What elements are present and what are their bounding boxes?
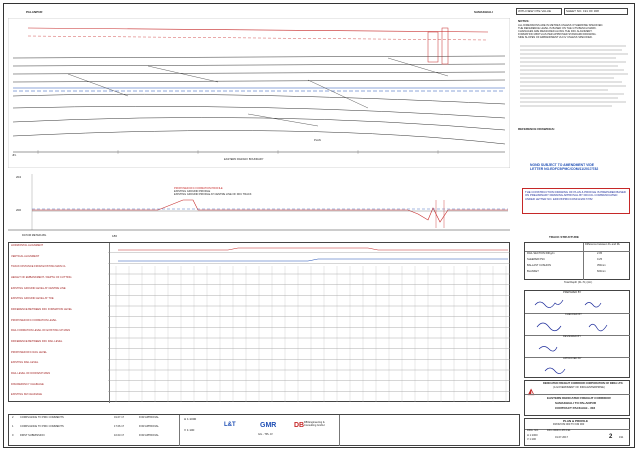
plan-tag: PLAN <box>314 139 321 142</box>
title-block: PLAN & PROFILE FROM KM 000 TO KM 000 DRG… <box>524 418 630 446</box>
revision-table <box>8 414 520 446</box>
designer-name: DB Engineering & Consulting GmbH <box>304 421 325 427</box>
track-row-value: 600mm <box>597 270 606 273</box>
sheet-value: 191 <box>619 436 624 439</box>
elevation-200: 200 <box>16 208 22 212</box>
data-row-label: EXISTING RAIL LEVEL <box>11 361 39 365</box>
data-row-label: PROPOSED DFC RAIL LEVEL <box>11 350 47 354</box>
designer-logo-icon: DB <box>294 422 305 429</box>
project-contract: CONTRACT PACKAGE - 302 <box>555 406 596 410</box>
track-row-value: 2.05 <box>597 252 603 255</box>
track-header-diff: Difference between FL and RL <box>585 243 621 246</box>
approval-stamp-line2: LETTER NO.EDFC5/PMC/COM/11/2017/782 <box>530 166 599 171</box>
track-total-label: Total Depth (FL-TL) (Ht.) <box>564 281 593 284</box>
data-row-label: DISCREPANCY CHAINAGE <box>11 382 44 386</box>
track-structure-table: Difference between FL and RL RAIL SECTIO… <box>524 242 630 280</box>
boundary-label: EASTERN RAILWAY BOUNDARY <box>224 158 264 161</box>
drawing-number: DFC-WDFC-PP-191 <box>547 429 571 432</box>
data-row-label: HORIZONTAL ALIGNMENT <box>11 244 44 247</box>
data-row-label: EXISTING GROUND LEVEL AT TOE <box>11 297 54 301</box>
data-row-label: EXISTING KM CHAINAGE <box>11 393 42 397</box>
data-table-grid <box>108 247 510 402</box>
consultant-logo: GMR <box>260 422 277 429</box>
client-block: ◭ DEDICATED FREIGHT CORRIDOR CORPORATION… <box>524 380 630 416</box>
data-row-label: RAIL FORMATION LEVEL OF EXISTING UP MAIN <box>11 329 71 333</box>
drawing-sheet: PALANPUR SAMAKHIALI WITH NEW OTE VALUE S… <box>3 3 635 448</box>
revision-status: FOR APPROVAL <box>139 434 159 437</box>
approval-stamp: NOND SUBJECT TO AMENDMENT VIDE LETTER NO… <box>530 163 630 172</box>
reference-drawings-title: REFERENCE DRAWINGS: <box>518 127 555 131</box>
client-sub: (A GOVERNMENT OF INDIA ENTERPRISE) <box>553 386 605 389</box>
data-row-label: DIFFERENCE BETWEEN DFC RAIL LEVEL <box>11 340 63 343</box>
scale-h-strip: H 1:1000 <box>184 417 197 421</box>
legend-existing-centre: EXISTING GROUND PROFILE AT CENTRE LINE O… <box>174 192 252 196</box>
data-row-label: EXISTING GROUND LEVEL AT CENTRE LINE <box>11 286 66 290</box>
track-row-value: 350mm <box>597 264 606 267</box>
drawing-location: FROM KM 000 TO KM 000 <box>553 423 585 426</box>
track-structure-title: TRACK STRUCTURE <box>549 235 579 239</box>
data-row-label: DIFFERENCE BETWEEN DFC FORMATION LEVEL <box>11 308 73 311</box>
revision-note-stamp: THE CONSTRUCTION DRAWING OF PLAN & PROFI… <box>522 188 630 214</box>
scale-v-strip: V 1:100 <box>184 428 195 432</box>
revision-date: 10.03.17 <box>114 434 125 437</box>
revision-no: 0 <box>12 434 14 437</box>
track-row-label: RAIL SECTION 60Kg/m <box>527 252 555 255</box>
revision-note-text: THE CONSTRUCTION DRAWING OF PLAN & PROFI… <box>525 190 626 201</box>
data-row-label: VERTICAL ALIGNMENT <box>11 254 40 258</box>
data-row-label: PROPOSED DFC FORMATION LEVEL <box>11 318 57 322</box>
drawing-number-label: DRG. NO. <box>527 429 539 432</box>
jv-logo: L&T <box>224 422 236 428</box>
track-row-value: 0.25 <box>597 258 603 261</box>
revision-status: FOR APPROVAL <box>139 416 159 419</box>
elevation-204: 204 <box>16 175 22 179</box>
project-package: SAMAKHIALI TO PALANPUR <box>555 401 597 405</box>
notes-list: ALL DIMENSIONS ARE IN METRES UNLESS OTHE… <box>518 24 630 40</box>
notes-title: NOTES: <box>518 19 530 23</box>
scale-v: V 1:100 <box>527 438 536 441</box>
plan-drawing <box>8 18 510 168</box>
junction-label: JN. <box>12 153 17 157</box>
notes-text-lines <box>520 45 628 107</box>
revision-no: 1 <box>12 425 14 428</box>
track-row-label: BLANKET <box>527 270 539 273</box>
revision-desc: FIRST SUBMISSION <box>20 434 45 437</box>
elevation-186: 186 <box>112 234 118 238</box>
contractor-label: GIL - TPL JV <box>258 433 273 436</box>
revision-status: FOR APPROVAL <box>139 425 159 428</box>
profile-legend: PROPOSED DFC FORMATION PROFILE EXISTING … <box>174 187 252 197</box>
track-row-label: BALLAST CUSHION <box>527 264 552 267</box>
revision-desc: COMPLIANCE TO PMC COMMENTS <box>20 425 64 428</box>
signature-scribbles <box>534 299 608 374</box>
note-line: SIDE SLOPES OF EMBANKMENT 2H:1V UNLESS S… <box>518 35 593 39</box>
revision-no: 2 <box>12 416 14 419</box>
revision-date: 01.07.17 <box>114 416 125 419</box>
date-value: 01.07.2017 <box>555 436 568 439</box>
data-row-label: RAIL LEVEL OF DOWN/UP MAIN <box>11 372 51 375</box>
right-station-label: SAMAKHIALI <box>474 10 493 14</box>
revision-box: WITH NEW OTE VALUE <box>516 8 562 15</box>
sheet-number-box: SHEET NO. 191 OF 308 <box>564 8 628 15</box>
project-name: EASTERN DEDICATED FREIGHT CORRIDOR <box>547 396 611 400</box>
data-row-label: TRACK DISTANCE FROM EXISTING MAIN CL <box>11 265 66 269</box>
data-row-label: HEIGHT OF EMBANKMENT / DEPTH OF CUTTING <box>11 276 72 279</box>
signature-block: PREPARED BY CHECKED BY REVIEWED BY APPRO… <box>524 290 630 378</box>
track-row-label: SLEEPER PSC <box>527 258 546 261</box>
revision-desc: COMPLIANCE TO PMC COMMENTS <box>20 416 64 419</box>
datum-label: DATUM METER ABL <box>22 234 47 237</box>
revision-value: 2 <box>609 434 613 440</box>
left-station-label: PALANPUR <box>26 10 43 14</box>
profile-drawing <box>8 174 510 231</box>
revision-date: 17.06.17 <box>114 425 125 428</box>
